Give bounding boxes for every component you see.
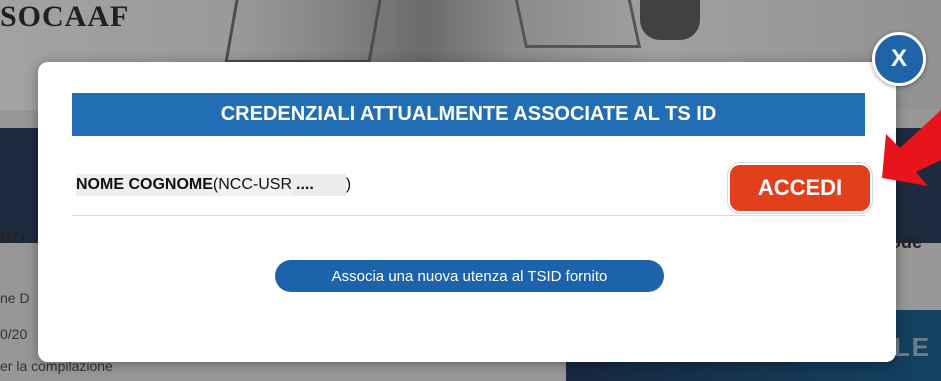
credential-row: NOME COGNOME (NCC-USR .... ) [76,174,351,196]
credentials-modal: CREDENZIALI ATTUALMENTE ASSOCIATE AL TS … [38,62,896,362]
accedi-button[interactable]: ACCEDI [728,163,872,213]
close-button[interactable]: X [872,32,926,86]
credential-name: NOME COGNOME [76,174,213,196]
associate-new-user-button[interactable]: Associa una nuova utenza al TSID fornito [275,260,664,292]
close-icon: X [890,45,907,72]
red-arrow-icon [882,110,941,186]
credential-code-prefix: (NCC-USR [212,174,292,196]
divider [72,215,865,216]
credential-code-masked: .... [292,174,346,196]
credential-code-suffix: ) [345,176,352,193]
modal-title: CREDENZIALI ATTUALMENTE ASSOCIATE AL TS … [72,93,865,136]
